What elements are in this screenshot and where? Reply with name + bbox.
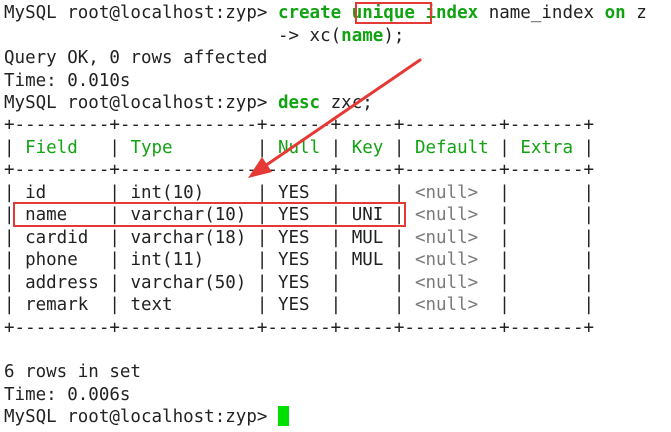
annotation-arrow-icon [248,58,422,178]
